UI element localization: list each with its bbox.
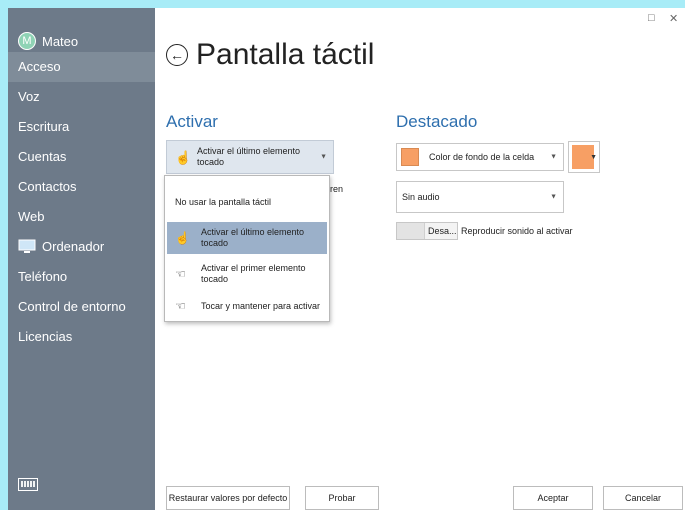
chevron-down-icon: ▼: [550, 193, 557, 201]
avatar: M: [18, 32, 36, 50]
sidebar-item-voz[interactable]: Voz: [8, 82, 155, 112]
dropdown-option-touch-hold[interactable]: ☜ Tocar y mantener para activar: [167, 293, 327, 319]
hand-hold-icon: ☜: [175, 299, 186, 313]
dropdown-option-last-touched[interactable]: ☝ Activar el último elemento tocado: [167, 222, 327, 254]
sidebar-item-web[interactable]: Web: [8, 202, 155, 232]
chevron-down-icon: ▼: [550, 153, 557, 161]
sidebar-item-acceso[interactable]: Acceso: [8, 52, 155, 82]
option-label: No usar la pantalla táctil: [175, 196, 272, 207]
sidebar-item-label: Escritura: [18, 119, 70, 134]
dropdown-option-no-touch[interactable]: No usar la pantalla táctil: [167, 186, 327, 218]
sidebar-item-label: Teléfono: [18, 269, 68, 284]
user-name: Mateo: [42, 33, 79, 49]
option-label: Tocar y mantener para activar: [201, 300, 321, 311]
sidebar-item-cuentas[interactable]: Cuentas: [8, 142, 155, 172]
color-swatch: [401, 148, 419, 166]
activate-mode-dropdown: No usar la pantalla táctil ☝ Activar el …: [164, 175, 330, 322]
accept-button[interactable]: Aceptar: [513, 486, 593, 510]
audio-select[interactable]: Sin audio ▼: [396, 181, 564, 213]
activate-mode-value: Activar el último elemento tocado: [197, 146, 301, 167]
sidebar-item-label: Ordenador: [42, 239, 105, 254]
test-button[interactable]: Probar: [305, 486, 379, 510]
color-picker-button[interactable]: ▼: [568, 141, 600, 173]
highlight-style-select[interactable]: Color de fondo de la celda ▼: [396, 143, 564, 171]
page-title-text: Pantalla táctil: [196, 38, 375, 71]
sidebar-item-label: Voz: [18, 89, 40, 104]
cancel-button[interactable]: Cancelar: [603, 486, 683, 510]
sidebar-item-label: Web: [18, 209, 45, 224]
sidebar: M Mateo Acceso Voz Escritura Cuentas Con…: [8, 8, 155, 510]
activate-mode-select[interactable]: ☝ Activar el último elemento tocado ▼: [166, 140, 334, 174]
sidebar-item-licencias[interactable]: Licencias: [8, 322, 155, 352]
monitor-icon: [18, 239, 36, 253]
sound-toggle[interactable]: Desa...: [396, 222, 458, 240]
sidebar-item-label: Licencias: [18, 329, 73, 344]
app-window: M Mateo Acceso Voz Escritura Cuentas Con…: [8, 8, 685, 510]
highlight-style-value: Color de fondo de la celda: [429, 152, 535, 162]
toggle-knob: [397, 223, 425, 239]
back-arrow-icon[interactable]: ←: [166, 44, 188, 66]
sidebar-item-label: Cuentas: [18, 149, 67, 164]
sidebar-item-label: Acceso: [18, 59, 61, 74]
toggle-state: Desa...: [428, 226, 457, 236]
sidebar-item-contactos[interactable]: Contactos: [8, 172, 155, 202]
keyboard-icon[interactable]: [18, 478, 38, 491]
option-label: Activar el último elemento tocado: [201, 227, 305, 248]
hand-tap-icon: ☝: [175, 231, 190, 245]
page-title: ← Pantalla táctil: [166, 38, 374, 72]
sidebar-item-label: Control de entorno: [18, 299, 126, 314]
option-label: Activar el primer elemento tocado: [201, 263, 306, 284]
sound-toggle-label: Reproducir sonido al activar: [461, 226, 573, 236]
sidebar-nav: Acceso Voz Escritura Cuentas Contactos W…: [8, 52, 155, 352]
chevron-down-icon: ▼: [320, 153, 327, 161]
hand-point-icon: ☜: [175, 267, 186, 281]
minimize-button[interactable]: □: [648, 12, 655, 24]
user-profile[interactable]: M Mateo: [18, 30, 78, 52]
sidebar-item-telefono[interactable]: Teléfono: [8, 262, 155, 292]
sidebar-item-label: Contactos: [18, 179, 77, 194]
hand-tap-icon: ☝: [175, 150, 192, 165]
activate-heading: Activar: [166, 112, 218, 131]
sidebar-item-control-de-entorno[interactable]: Control de entorno: [8, 292, 155, 322]
highlight-heading: Destacado: [396, 112, 478, 131]
sidebar-item-escritura[interactable]: Escritura: [8, 112, 155, 142]
audio-value: Sin audio: [402, 192, 440, 202]
chevron-down-icon: ▼: [590, 154, 597, 161]
sidebar-item-ordenador[interactable]: Ordenador: [8, 232, 155, 262]
close-button[interactable]: ✕: [669, 12, 678, 25]
dropdown-option-first-touched[interactable]: ☜ Activar el primer elemento tocado: [167, 258, 327, 290]
restore-defaults-button[interactable]: Restaurar valores por defecto: [166, 486, 290, 510]
